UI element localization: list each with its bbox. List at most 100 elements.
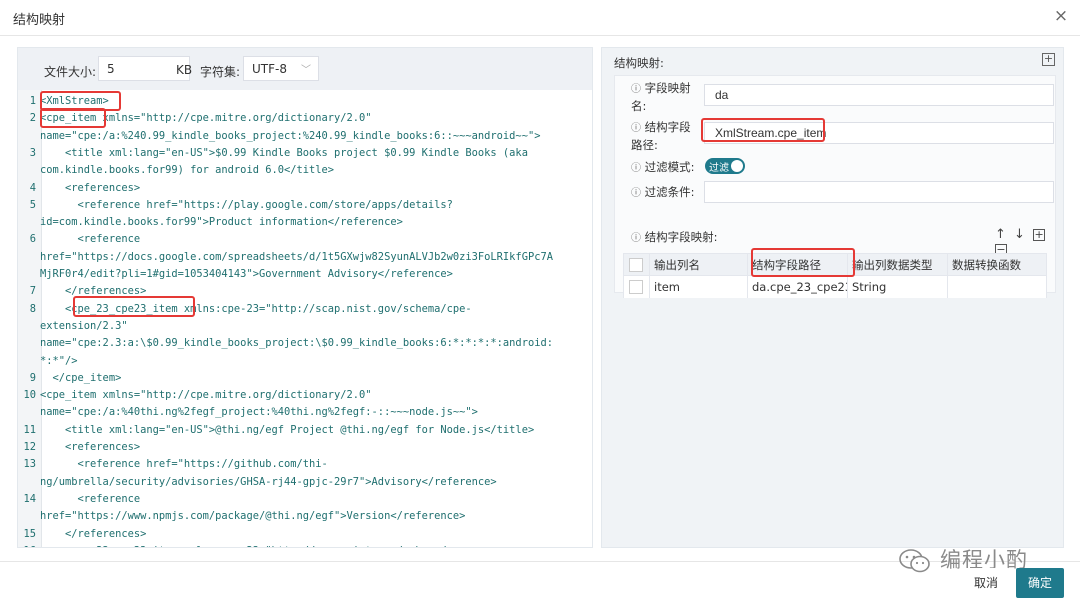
code-line: extension/2.3" bbox=[18, 318, 592, 335]
info-icon: ⓘ bbox=[631, 188, 641, 199]
charset-select[interactable]: UTF-8 ﹀ bbox=[243, 56, 319, 81]
code-text: </cpe_item> bbox=[40, 371, 122, 384]
code-text: <title xml:lang="en-US">@thi.ng/egf Proj… bbox=[40, 423, 535, 436]
filter-mode-label: ⓘ 过滤模式: bbox=[631, 160, 695, 174]
code-text: <title xml:lang="en-US">$0.99 Kindle Boo… bbox=[40, 146, 528, 159]
highlight-cpe-item bbox=[40, 108, 106, 128]
struct-field-mapping-label: ⓘ 结构字段映射: bbox=[631, 230, 718, 244]
code-line: 11 <title xml:lang="en-US">@thi.ng/egf P… bbox=[18, 422, 592, 439]
code-text: <cpe_item xmlns="http://cpe.mitre.org/di… bbox=[40, 389, 372, 402]
code-line: 15 </references> bbox=[18, 526, 592, 543]
info-icon: ⓘ bbox=[631, 163, 641, 174]
struct-mapping-header: 结构映射: bbox=[614, 56, 664, 70]
code-text: <cpe_23_cpe23_item xmlns:cpe-23="http://… bbox=[40, 543, 472, 547]
struct-path-label: ⓘ 结构字段路径: bbox=[631, 120, 691, 152]
highlight-table-path bbox=[751, 248, 855, 277]
code-line: ng/umbrella/security/advisories/GHSA-rj4… bbox=[18, 474, 592, 491]
transform-func-cell[interactable] bbox=[948, 276, 1046, 298]
code-line: 14 <reference bbox=[18, 491, 592, 508]
code-text: <reference bbox=[40, 492, 141, 505]
code-text: MjRF0r4/edit?pli=1#gid=1053404143">Gover… bbox=[40, 268, 453, 280]
line-number: 12 bbox=[23, 441, 36, 453]
code-text: href="https://docs.google.com/spreadshee… bbox=[40, 250, 553, 263]
code-text: extension/2.3" bbox=[40, 319, 128, 332]
code-text: <reference href="https://play.google.com… bbox=[40, 198, 453, 211]
code-line: id=com.kindle.books.for99">Product infor… bbox=[18, 214, 592, 231]
code-text: href="https://www.npmjs.com/package/@thi… bbox=[40, 510, 466, 523]
filter-toggle-label: 过滤 bbox=[709, 163, 729, 174]
column-header: 输出列数据类型 bbox=[848, 254, 948, 276]
line-number: 10 bbox=[23, 389, 36, 402]
field-mapping-name-label: ⓘ 字段映射名: bbox=[631, 81, 691, 113]
line-number: 9 bbox=[29, 371, 36, 384]
code-text: <references> bbox=[40, 181, 141, 194]
column-header: 数据转换函数 bbox=[952, 258, 1021, 272]
line-number: 8 bbox=[29, 302, 36, 315]
ok-button[interactable]: 确定 bbox=[1016, 568, 1064, 598]
line-number: 1 bbox=[29, 95, 36, 107]
struct-path-cell[interactable]: da.cpe_23_cpe23. bbox=[748, 276, 848, 298]
code-line: href="https://docs.google.com/spreadshee… bbox=[18, 249, 592, 266]
struct-mapping-dialog: 结构映射 × 文件大小: KB 字符集: UTF-8 ﹀ 1<XmlStream… bbox=[0, 0, 1080, 608]
add-row-icon[interactable]: + bbox=[1033, 228, 1046, 241]
code-line: 12 <references> bbox=[18, 439, 592, 456]
code-text: com.kindle.books.for99) for android 6.0<… bbox=[40, 164, 335, 177]
line-number: 15 bbox=[23, 527, 36, 540]
code-text: <references> bbox=[40, 441, 141, 453]
info-icon: ⓘ bbox=[631, 233, 641, 244]
code-line: 13 <reference href="https://github.com/t… bbox=[18, 456, 592, 473]
code-line: name="cpe:2.3:a:\$0.99_kindle_books_proj… bbox=[18, 335, 592, 352]
row-checkbox[interactable] bbox=[629, 280, 643, 294]
code-text: name="cpe:2.3:a:\$0.99_kindle_books_proj… bbox=[40, 337, 553, 350]
code-text: ng/umbrella/security/advisories/GHSA-rj4… bbox=[40, 475, 497, 488]
move-down-icon[interactable]: ↓ bbox=[1014, 227, 1025, 242]
highlight-struct-path bbox=[701, 118, 825, 142]
code-line: 16 <cpe_23_cpe23_item xmlns:cpe-23="http… bbox=[18, 543, 592, 547]
xml-code-editor[interactable]: 1 <XmlStream> 2 <cpe_item xmlns="http://cpe… bbox=[18, 90, 592, 547]
line-number: 4 bbox=[29, 181, 36, 194]
filter-mode-toggle[interactable]: 过滤 bbox=[705, 158, 745, 174]
move-up-icon[interactable]: ↑ bbox=[995, 227, 1006, 242]
line-number: 3 bbox=[29, 146, 36, 159]
code-line: *:*"/> bbox=[18, 353, 592, 370]
code-line: 4 <references> bbox=[18, 180, 592, 197]
close-icon[interactable]: × bbox=[1052, 7, 1070, 25]
wechat-icon bbox=[899, 549, 930, 573]
info-icon: ⓘ bbox=[631, 123, 641, 134]
code-line: com.kindle.books.for99) for android 6.0<… bbox=[18, 162, 592, 179]
select-all-cell bbox=[624, 254, 650, 276]
table-row[interactable]: item da.cpe_23_cpe23. String bbox=[624, 276, 1046, 298]
toggle-knob bbox=[731, 160, 743, 172]
charset-label: 字符集: bbox=[200, 65, 241, 79]
output-column-cell[interactable]: item bbox=[650, 276, 748, 298]
charset-value: UTF-8 bbox=[252, 62, 287, 76]
data-type-cell[interactable]: String bbox=[848, 276, 948, 298]
code-line: 9 </cpe_item> bbox=[18, 370, 592, 387]
code-text: <reference bbox=[40, 233, 141, 246]
filter-condition-input[interactable] bbox=[704, 181, 1054, 203]
code-line: href="https://www.npmjs.com/package/@thi… bbox=[18, 508, 592, 525]
code-line: name="cpe:/a:%240.99_kindle_books_projec… bbox=[18, 128, 592, 145]
add-mapping-icon[interactable]: + bbox=[1042, 53, 1055, 66]
chevron-down-icon: ﹀ bbox=[301, 65, 311, 76]
code-text: <reference href="https://github.com/thi- bbox=[40, 458, 328, 471]
select-all-checkbox[interactable] bbox=[629, 258, 643, 272]
column-header: 输出列名 bbox=[650, 254, 748, 276]
line-number: 13 bbox=[23, 458, 36, 471]
line-number: 11 bbox=[23, 423, 36, 436]
code-line: MjRF0r4/edit?pli=1#gid=1053404143">Gover… bbox=[18, 266, 592, 283]
file-size-unit: KB bbox=[176, 63, 193, 77]
dialog-header: 结构映射 × bbox=[0, 0, 1080, 36]
cancel-button[interactable]: 取消 bbox=[962, 568, 1010, 598]
code-text: *:*"/> bbox=[40, 354, 78, 367]
code-text: id=com.kindle.books.for99">Product infor… bbox=[40, 216, 403, 229]
code-text: name="cpe:/a:%240.99_kindle_books_projec… bbox=[40, 129, 541, 142]
file-size-label: 文件大小: bbox=[44, 65, 97, 79]
code-line: name="cpe:/a:%40thi.ng%2fegf_project:%40… bbox=[18, 404, 592, 421]
line-number: 5 bbox=[29, 198, 36, 211]
struct-mapping-panel: 结构映射: + ⓘ 字段映射名: ⓘ 结构字段路径: ⓘ 过滤模式: 过滤 bbox=[601, 47, 1064, 548]
preview-toolbar: 文件大小: KB 字符集: UTF-8 ﹀ bbox=[18, 48, 592, 90]
dialog-title: 结构映射 bbox=[13, 13, 66, 28]
field-mapping-name-input[interactable] bbox=[704, 84, 1054, 106]
line-number: 2 bbox=[29, 112, 36, 125]
